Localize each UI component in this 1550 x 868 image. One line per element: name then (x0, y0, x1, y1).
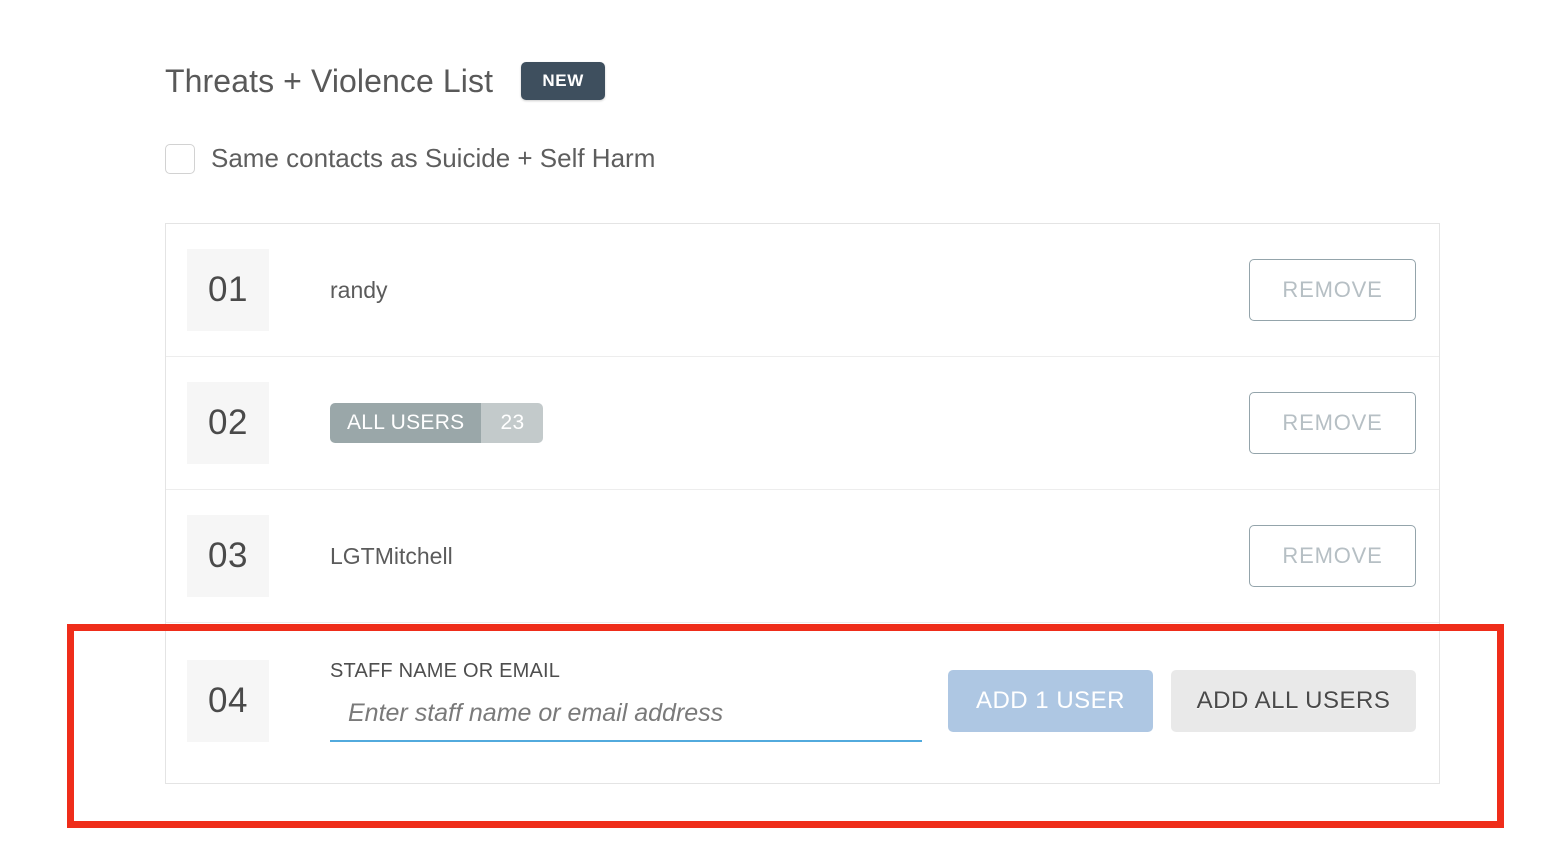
row-content: LGTMitchell (269, 490, 1249, 622)
row-index-badge: 04 (187, 660, 269, 742)
remove-button[interactable]: REMOVE (1249, 392, 1416, 454)
all-users-pill-count: 23 (481, 403, 544, 443)
page-title: Threats + Violence List (165, 62, 494, 99)
all-users-pill-label: ALL USERS (330, 403, 482, 443)
row-content: ALL USERS 23 (269, 357, 1249, 489)
staff-name-field-group: STAFF NAME OR EMAIL (330, 660, 922, 742)
row-actions: REMOVE (1249, 392, 1439, 454)
staff-name-field-label: STAFF NAME OR EMAIL (330, 660, 561, 682)
table-row: 02 ALL USERS 23 REMOVE (166, 357, 1439, 490)
contact-name: LGTMitchell (330, 542, 453, 569)
row-actions: REMOVE (1249, 259, 1439, 321)
row-index-badge: 02 (187, 382, 269, 464)
row-index-badge: 03 (187, 515, 269, 597)
table-row-add-contact: 04 STAFF NAME OR EMAIL ADD 1 USER ADD AL… (166, 623, 1439, 779)
contacts-list-card: 01 randy REMOVE 02 ALL USERS 23 REMOVE 0… (165, 223, 1440, 784)
remove-button[interactable]: REMOVE (1249, 259, 1416, 321)
add-one-user-button[interactable]: ADD 1 USER (948, 670, 1153, 732)
same-contacts-checkbox[interactable] (165, 143, 195, 174)
row-actions: REMOVE (1249, 525, 1439, 587)
row-actions: ADD 1 USER ADD ALL USERS (948, 670, 1439, 732)
row-content: randy (269, 224, 1249, 356)
table-row: 01 randy REMOVE (166, 224, 1439, 357)
staff-name-input[interactable] (330, 699, 922, 742)
row-index-badge: 01 (187, 249, 269, 331)
same-contacts-row[interactable]: Same contacts as Suicide + Self Harm (165, 143, 655, 174)
add-all-users-button[interactable]: ADD ALL USERS (1171, 670, 1416, 732)
same-contacts-label: Same contacts as Suicide + Self Harm (211, 143, 656, 173)
all-users-pill: ALL USERS 23 (330, 403, 544, 443)
row-content: STAFF NAME OR EMAIL (269, 623, 948, 779)
contact-name: randy (330, 276, 388, 303)
status-badge-new: NEW (521, 62, 606, 100)
remove-button[interactable]: REMOVE (1249, 525, 1416, 587)
table-row: 03 LGTMitchell REMOVE (166, 490, 1439, 623)
page-header: Threats + Violence List NEW (165, 62, 606, 100)
